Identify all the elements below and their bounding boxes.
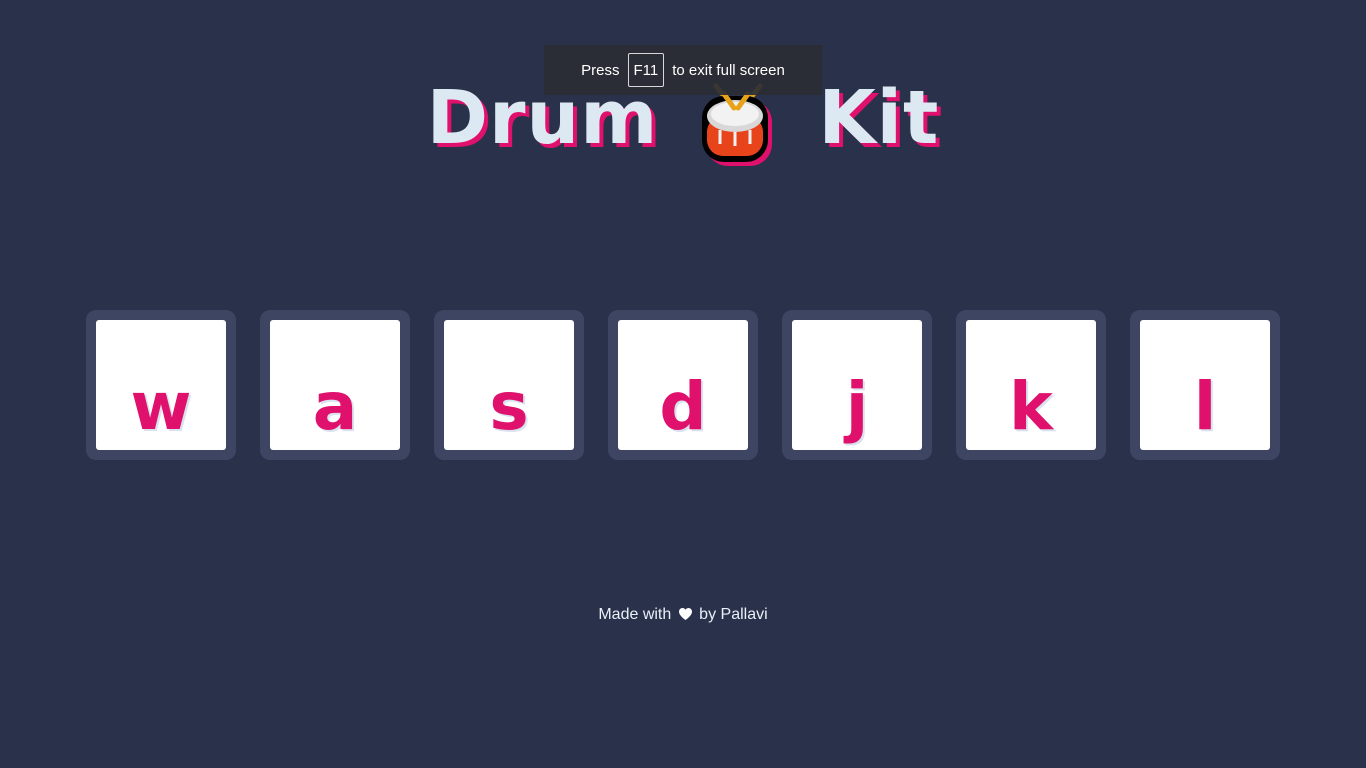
drum-key-face[interactable]: s [444,320,574,450]
fullscreen-notice-key: F11 [627,53,665,87]
drum-key-letter: s [489,368,529,445]
drum-key-face[interactable]: w [96,320,226,450]
drum-key-letter: j [845,368,869,445]
drum-key-letter: a [312,368,358,445]
fullscreen-notice-prefix: Press [581,61,620,79]
footer-prefix: Made with [598,606,672,623]
heart-icon [678,607,693,626]
drum-key-w[interactable]: w [86,310,236,460]
drum-key-k[interactable]: k [956,310,1106,460]
footer-suffix: by Pallavi [699,606,768,623]
drum-key-letter: k [1009,368,1053,445]
drum-key-d[interactable]: d [608,310,758,460]
drum-key-face[interactable]: j [792,320,922,450]
drum-key-s[interactable]: s [434,310,584,460]
drum-key-l[interactable]: l [1130,310,1280,460]
drum-key-face[interactable]: k [966,320,1096,450]
drum-keys: w a s d j k l [86,310,1280,460]
drum-key-j[interactable]: j [782,310,932,460]
drum-key-letter: w [130,368,192,445]
fullscreen-notice-suffix: to exit full screen [672,61,785,79]
drum-key-face[interactable]: d [618,320,748,450]
drum-key-a[interactable]: a [260,310,410,460]
drum-key-face[interactable]: a [270,320,400,450]
drum-key-letter: d [659,368,707,445]
footer-credit: Made with by Pallavi [0,606,1366,626]
drum-key-face[interactable]: l [1140,320,1270,450]
title-word-kit: Kit [818,75,940,161]
fullscreen-notice: Press F11 to exit full screen [544,45,822,95]
drum-key-letter: l [1193,368,1217,445]
